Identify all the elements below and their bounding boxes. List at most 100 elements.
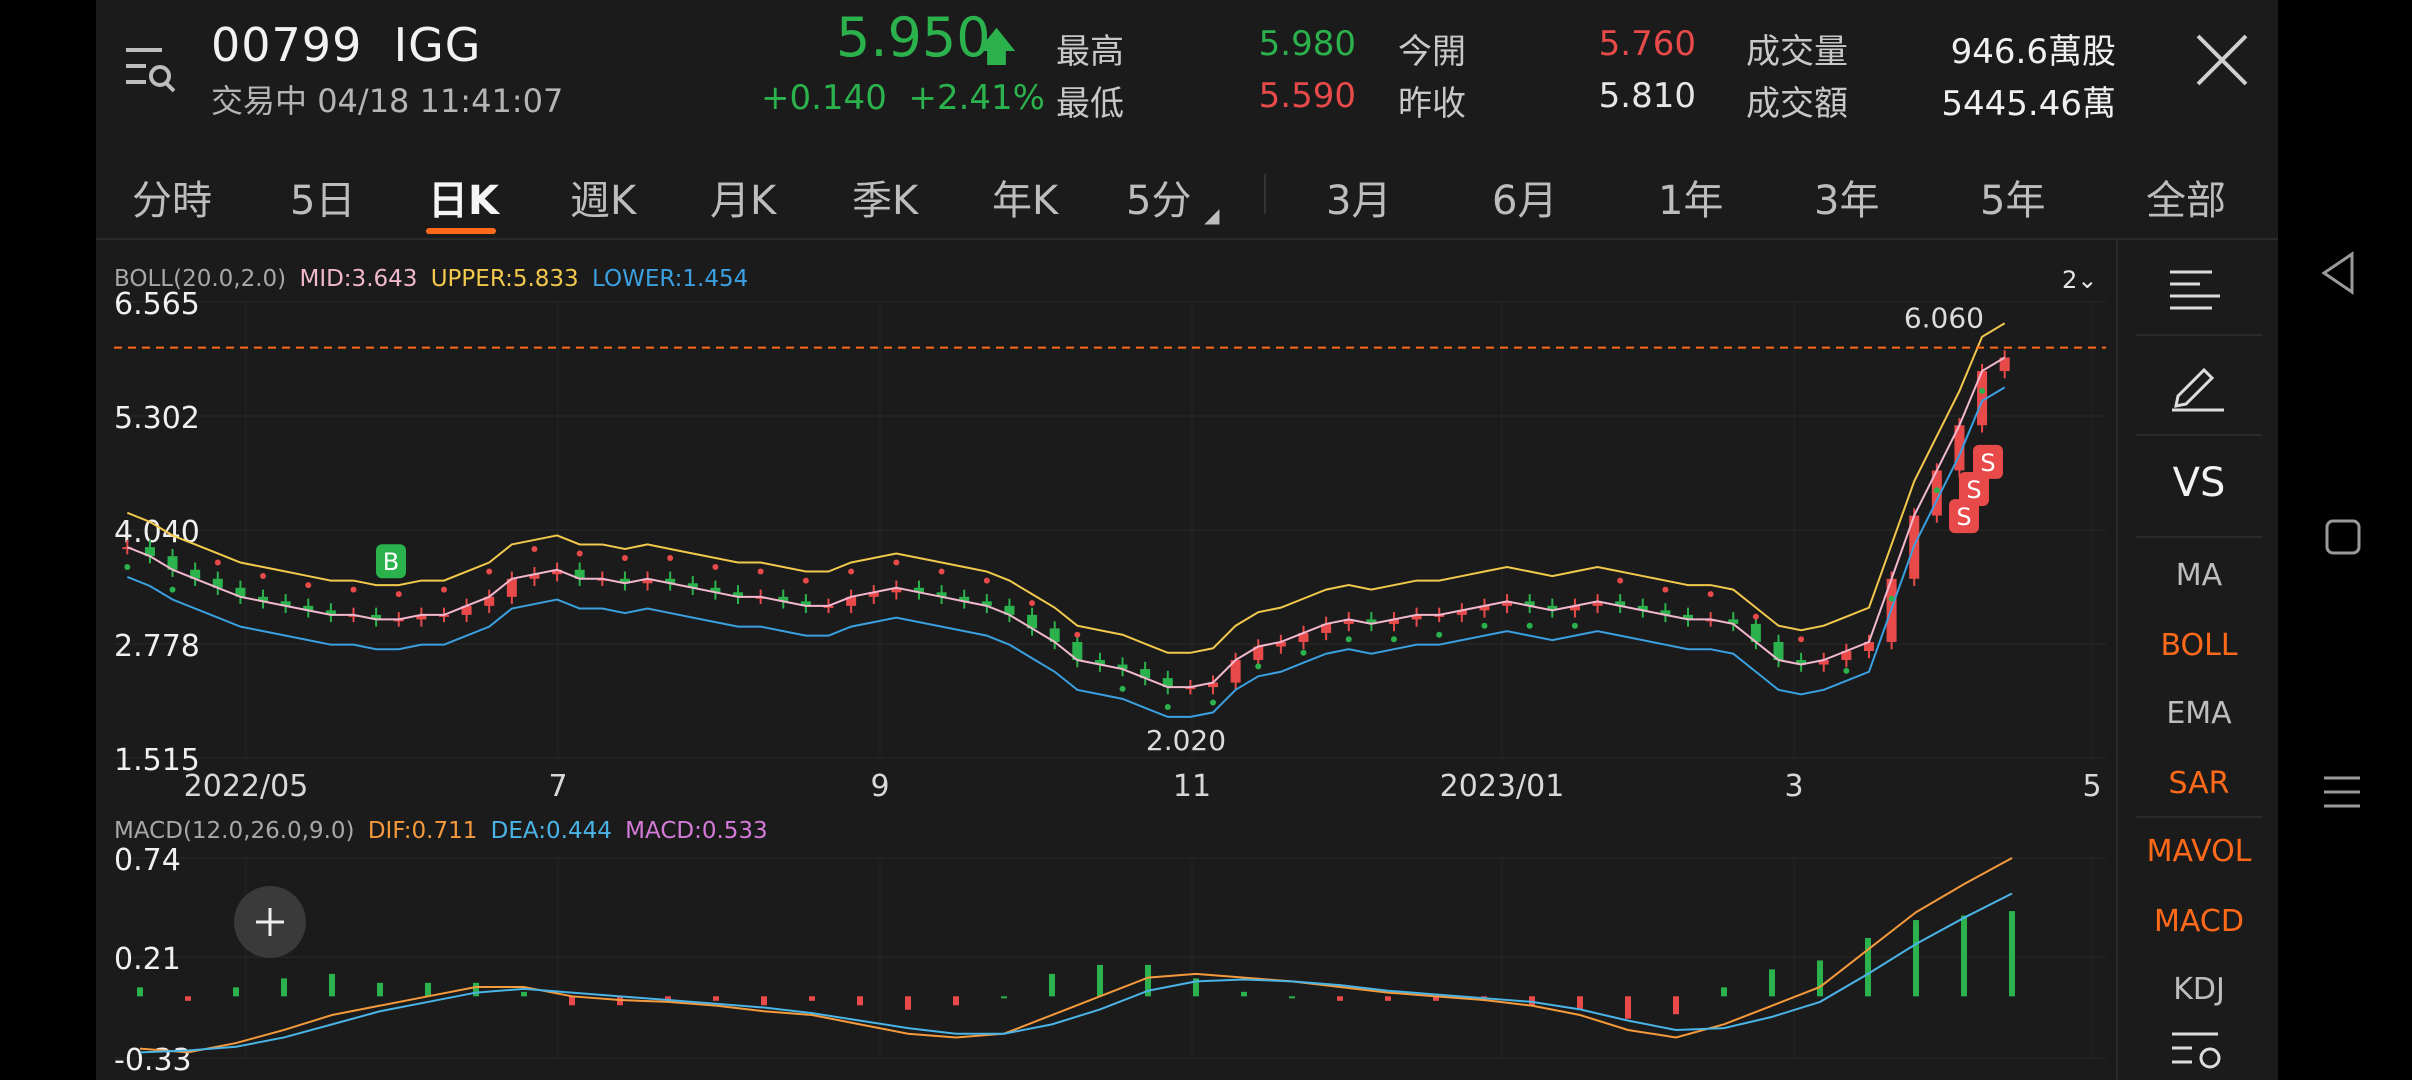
sar-dot bbox=[350, 586, 357, 593]
sar-dot bbox=[1164, 703, 1171, 710]
tab-intraday[interactable]: 分時 bbox=[132, 168, 212, 226]
macd-bar bbox=[521, 991, 527, 997]
buy-marker-label: B bbox=[383, 548, 399, 576]
sell-marker-label: S bbox=[1980, 449, 1995, 477]
macd-bar bbox=[233, 987, 239, 997]
sar-dot bbox=[1798, 636, 1805, 643]
sar-dot bbox=[1119, 685, 1126, 692]
sidebar-divider bbox=[2136, 334, 2262, 336]
sar-dot bbox=[667, 554, 674, 561]
compare-vs-button[interactable]: VS bbox=[2118, 460, 2280, 506]
macd-bar bbox=[1049, 973, 1055, 997]
watchlist-menu-icon[interactable] bbox=[122, 40, 178, 96]
indicator-sar[interactable]: SAR bbox=[2118, 766, 2280, 801]
x-tick-label: 7 bbox=[548, 769, 567, 804]
sar-dot bbox=[1617, 577, 1624, 584]
indicator-sidebar: VS MA BOLL EMA SAR MAVOL MACD KDJ bbox=[2116, 238, 2280, 1080]
indicator-kdj[interactable]: KDJ bbox=[2118, 972, 2280, 1007]
sar-dot bbox=[1255, 663, 1262, 670]
stat-value-low: 5.590 bbox=[1258, 76, 1356, 116]
stat-label-turnover: 成交額 bbox=[1746, 84, 1848, 124]
macd-bar bbox=[1577, 996, 1583, 1010]
stat-label-prev-close: 昨收 bbox=[1398, 84, 1466, 124]
macd-bar bbox=[905, 996, 911, 1010]
tab-6month[interactable]: 6月 bbox=[1492, 168, 1557, 226]
sar-dot bbox=[893, 559, 900, 566]
sar-dot bbox=[1300, 649, 1307, 656]
up-arrow-icon: 🡅 bbox=[976, 24, 1018, 70]
macd-y-tick: -0.33 bbox=[114, 1043, 192, 1078]
high-annotation: 6.060 bbox=[1904, 302, 1984, 335]
macd-bar bbox=[1625, 996, 1631, 1019]
stat-label-open: 今開 bbox=[1398, 32, 1466, 72]
sidebar-divider bbox=[2136, 536, 2262, 538]
home-icon[interactable] bbox=[2324, 518, 2364, 562]
indicator-macd[interactable]: MACD bbox=[2118, 904, 2280, 939]
tab-3month[interactable]: 3月 bbox=[1326, 168, 1391, 226]
chart-area[interactable]: BOLL(20.0,2.0) MID:3.643 UPPER:5.833 LOW… bbox=[96, 238, 2116, 1080]
add-indicator-button[interactable] bbox=[234, 886, 306, 958]
sar-dot bbox=[712, 564, 719, 571]
macd-bar bbox=[569, 996, 575, 1006]
indicator-ma[interactable]: MA bbox=[2118, 558, 2280, 593]
macd-dif-line bbox=[139, 857, 2013, 1054]
sar-dot bbox=[169, 586, 176, 593]
back-icon[interactable] bbox=[2318, 250, 2358, 300]
tab-5min[interactable]: 5分 ◢ bbox=[1126, 168, 1220, 227]
system-nav-bar bbox=[2278, 0, 2412, 1080]
tab-1year[interactable]: 1年 bbox=[1658, 168, 1723, 226]
sar-dot bbox=[305, 582, 312, 589]
sar-dot bbox=[938, 568, 945, 575]
tab-weekly-k[interactable]: 週K bbox=[570, 168, 636, 226]
dropdown-triangle-icon: ◢ bbox=[1204, 203, 1220, 227]
sar-dot bbox=[1210, 699, 1217, 706]
stat-value-open: 5.760 bbox=[1598, 24, 1696, 64]
sar-dot bbox=[1390, 636, 1397, 643]
status-text: 交易中 bbox=[211, 82, 308, 120]
sar-dot bbox=[1979, 387, 1986, 394]
tab-yearly-k[interactable]: 年K bbox=[992, 168, 1058, 226]
tab-3year[interactable]: 3年 bbox=[1814, 168, 1879, 226]
sell-marker-label: S bbox=[1956, 503, 1971, 531]
macd-bar bbox=[761, 996, 767, 1006]
sar-dot bbox=[260, 573, 267, 580]
sar-dot bbox=[621, 554, 628, 561]
stat-label-volume: 成交量 bbox=[1746, 32, 1848, 72]
macd-bar bbox=[377, 982, 383, 997]
indicator-mavol[interactable]: MAVOL bbox=[2118, 834, 2280, 869]
stock-title: 00799 IGG bbox=[211, 18, 481, 72]
y-tick-label: 5.302 bbox=[114, 401, 200, 436]
tab-daily-k[interactable]: 日K bbox=[428, 168, 499, 226]
sar-dot bbox=[983, 577, 990, 584]
indicator-ema[interactable]: EMA bbox=[2118, 696, 2280, 731]
macd-bar bbox=[809, 996, 815, 1001]
macd-bar bbox=[1097, 964, 1103, 997]
macd-bar bbox=[185, 996, 191, 1001]
boll-lower-line bbox=[126, 386, 2006, 718]
macd-bar bbox=[2009, 911, 2015, 997]
current-price: 5.950 bbox=[836, 6, 991, 69]
sar-dot bbox=[848, 568, 855, 575]
tab-all[interactable]: 全部 bbox=[2146, 168, 2226, 226]
layout-lines-icon[interactable] bbox=[2166, 264, 2226, 318]
indicator-settings-icon[interactable] bbox=[2168, 1026, 2228, 1080]
sar-dot bbox=[1707, 591, 1714, 598]
draw-pencil-icon[interactable] bbox=[2168, 360, 2228, 416]
close-icon[interactable] bbox=[2192, 30, 2252, 90]
tab-5year[interactable]: 5年 bbox=[1980, 168, 2045, 226]
stat-value-prev-close: 5.810 bbox=[1598, 76, 1696, 116]
tab-5day[interactable]: 5日 bbox=[290, 168, 355, 226]
tab-quarterly-k[interactable]: 季K bbox=[852, 168, 918, 226]
tab-monthly-k[interactable]: 月K bbox=[710, 168, 776, 226]
recents-icon[interactable] bbox=[2322, 772, 2362, 816]
macd-bar bbox=[1817, 960, 1823, 997]
macd-bar bbox=[425, 982, 431, 997]
macd-dea-line bbox=[139, 892, 2013, 1054]
sar-dot bbox=[1436, 631, 1443, 638]
candlestick-chart: 6.5655.3024.0402.7781.5152022/05 7 9 11 2023… bbox=[114, 287, 2106, 1078]
macd-bar bbox=[953, 996, 959, 1006]
sidebar-divider bbox=[2136, 816, 2262, 818]
indicator-boll[interactable]: BOLL bbox=[2118, 628, 2280, 663]
stat-value-turnover: 5445.46萬 bbox=[1941, 84, 2116, 124]
sar-dot bbox=[124, 564, 131, 571]
